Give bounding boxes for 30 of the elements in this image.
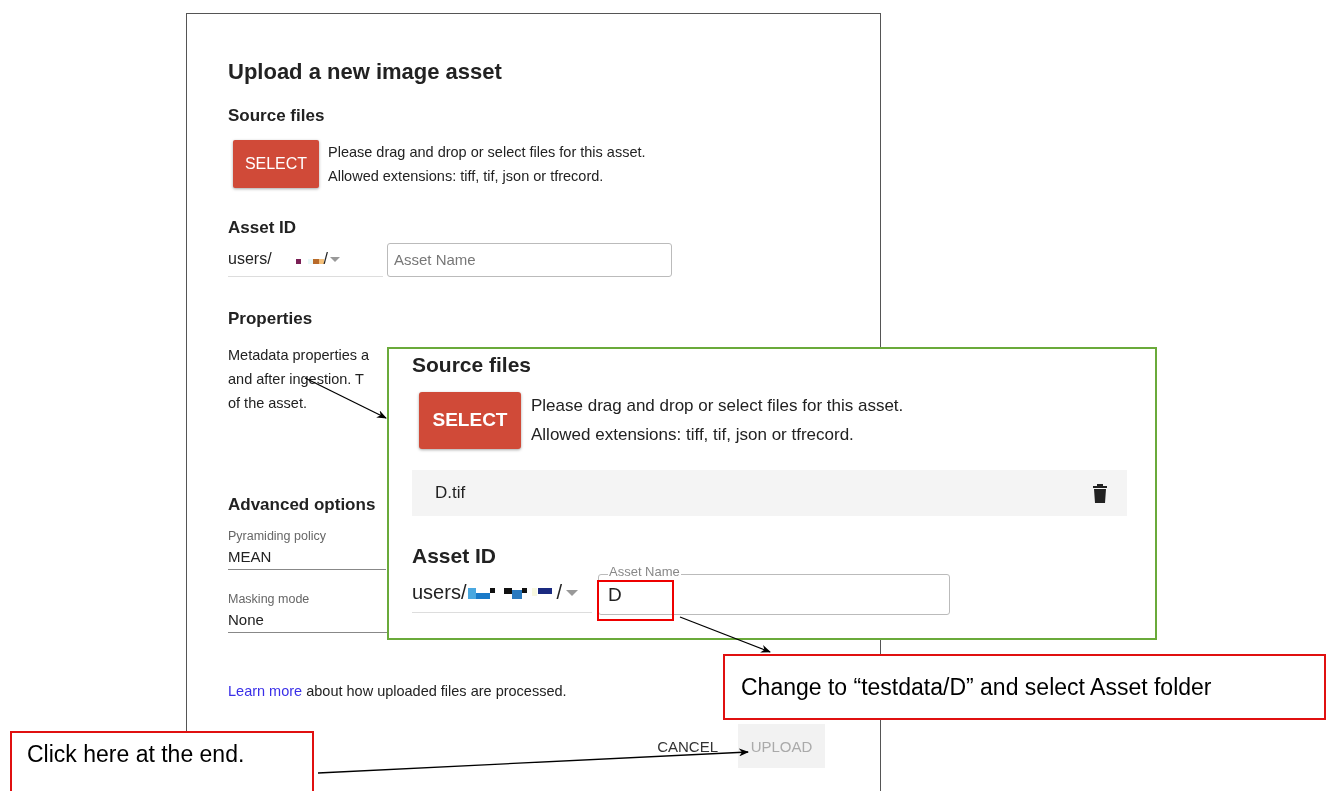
description-text: Metadata properties a [228, 346, 370, 365]
select-button[interactable]: SELECT [419, 391, 521, 449]
caret-icon [328, 255, 343, 263]
select-button[interactable]: SELECT [233, 140, 319, 188]
asset-name-field[interactable]: Asset Name [387, 242, 672, 277]
section-heading: Properties [228, 309, 313, 329]
file-name: D.tif [435, 483, 466, 503]
dialog-title: Upload a new image asset [228, 59, 502, 86]
folder-dropdown[interactable]: users/ / [412, 572, 592, 613]
section-heading: Asset ID [412, 544, 498, 568]
trash-icon[interactable] [1093, 483, 1107, 503]
section-heading: Advanced options [228, 495, 376, 515]
folder-dropdown[interactable]: users/ / [228, 242, 383, 277]
hint-text: Allowed extensions: tiff, tif, json or tfrecord. [531, 424, 855, 446]
callout-text: Change to “testdata/D” and select Asset folder [723, 654, 1326, 720]
section-heading: Source files [228, 106, 325, 126]
description-text: and after ingestion. T [228, 370, 364, 389]
caret-icon [564, 587, 581, 597]
info-text: Learn more about how uploaded files are processed. [228, 683, 567, 699]
callout-text: Click here at the end. [10, 731, 314, 791]
hint-text: Please drag and drop or select files for this asset. [328, 143, 646, 162]
section-heading: Source files [412, 353, 533, 377]
description-text: of the asset. [228, 394, 307, 413]
redacted-text-drawing [295, 258, 324, 264]
learn-more-link[interactable]: Learn more [228, 683, 303, 699]
dialog-button[interactable]: CANCEL [647, 724, 728, 768]
section-heading: Asset ID [228, 218, 297, 238]
hint-text: Allowed extensions: tiff, tif, json or tfrecord. [328, 167, 604, 186]
hint-text: Please drag and drop or select files for this asset. [531, 395, 904, 417]
dropdown-field[interactable]: Pyramiding policy MEAN [228, 529, 386, 570]
